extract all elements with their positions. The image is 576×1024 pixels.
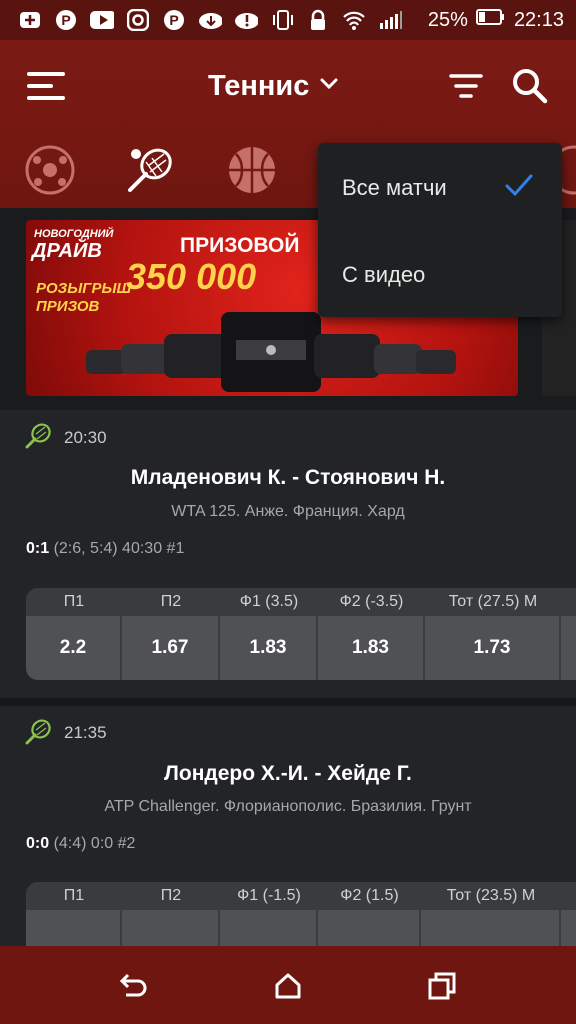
tennis-icon[interactable] [124, 144, 176, 196]
match-teams: Лондеро Х.-И. - Хейде Г. [164, 762, 412, 785]
instagram-icon [126, 8, 150, 32]
page-title: Теннис [208, 70, 310, 102]
pinterest-icon: P [162, 8, 186, 32]
odds-button-partial[interactable] [561, 616, 576, 680]
match-time: 21:35 [64, 723, 107, 742]
notification-icons: P P [0, 8, 402, 32]
filter-icon[interactable] [448, 72, 484, 105]
youtube-icon [90, 8, 114, 32]
dropdown-item-with-video[interactable]: С видео [342, 262, 425, 288]
divider [0, 698, 576, 706]
odds-header: Ф2 (1.5) [340, 887, 399, 904]
pinterest-icon: P [54, 8, 78, 32]
cars-illustration [86, 312, 456, 392]
odds-header: П1 [63, 887, 85, 904]
back-icon[interactable] [118, 972, 150, 1000]
odds-button[interactable]: 2.2 [26, 616, 122, 680]
odds-button[interactable]: 1.83 [318, 616, 425, 680]
match-league: ATP Challenger. Флорианополис. Бразилия.… [104, 798, 472, 815]
match-score: 0:1 (2:6, 5:4) 40:30 #1 [26, 540, 185, 557]
tennis-racket-icon [25, 719, 51, 745]
odds-header: Ф2 (-3.5) [339, 593, 404, 610]
svg-text:P: P [169, 12, 178, 28]
sport-selector[interactable]: Теннис [208, 70, 339, 103]
odds-header: П1 [63, 593, 85, 610]
odds-table: П1 П2 Ф1 (3.5) Ф2 (-3.5) Тот (27.5) М 2.… [26, 588, 576, 680]
signal-icon [378, 8, 402, 32]
odds-header: Ф1 (-1.5) [237, 887, 301, 904]
match-league: WTA 125. Анже. Франция. Хард [171, 503, 405, 520]
odds-header: Ф1 (3.5) [239, 593, 299, 610]
chevron-down-icon [319, 77, 339, 96]
odds-header: П2 [160, 593, 182, 610]
filter-dropdown: Все матчи С видео [318, 143, 562, 317]
basketball-icon[interactable] [226, 144, 278, 196]
cloud-alert-icon [234, 8, 258, 32]
cloud-download-icon [198, 8, 222, 32]
odds-button[interactable]: 1.67 [122, 616, 220, 680]
menu-icon[interactable] [26, 70, 66, 102]
match-teams: Младенович К. - Стоянович Н. [130, 466, 446, 489]
lock-icon [306, 8, 330, 32]
match-time: 20:30 [64, 428, 107, 447]
odds-button[interactable]: 1.83 [220, 616, 318, 680]
odds-button[interactable]: 1.73 [425, 616, 561, 680]
odds-header: Тот (27.5) М [448, 593, 538, 610]
match-card[interactable]: 21:35 Лондеро Х.-И. - Хейде Г. ATP Chall… [0, 706, 576, 974]
vibrate-icon [270, 8, 294, 32]
football-icon[interactable] [24, 144, 76, 196]
match-score: 0:0 (4:4) 0:0 #2 [26, 835, 136, 852]
dropdown-item-all-matches[interactable]: Все матчи [342, 175, 447, 201]
odds-header: Тот (23.5) М [446, 887, 536, 904]
match-card[interactable]: 20:30 Младенович К. - Стоянович Н. WTA 1… [0, 410, 576, 698]
status-bar: P P 25% 22:13 [0, 0, 576, 40]
odds-header: П2 [160, 887, 182, 904]
home-icon[interactable] [274, 972, 302, 1000]
recents-icon[interactable] [428, 972, 456, 1000]
tennis-racket-icon [25, 423, 51, 449]
system-nav-bar [0, 946, 576, 1024]
svg-text:P: P [61, 12, 70, 28]
battery-percent: 25% [427, 8, 468, 31]
checkmark-icon [505, 174, 533, 197]
wifi-icon [342, 8, 366, 32]
plus-box-icon [18, 8, 42, 32]
search-icon[interactable] [512, 68, 548, 109]
clock: 22:13 [513, 8, 564, 31]
banner-prize-amount: 350 000 [126, 256, 257, 297]
banner-kicker: НОВОГОДНИЙ [34, 228, 114, 240]
banner-prize-label: ПРИЗОВОЙ [180, 234, 300, 257]
battery-icon [475, 8, 506, 32]
banner-headline: ДРАЙВ [32, 240, 102, 262]
